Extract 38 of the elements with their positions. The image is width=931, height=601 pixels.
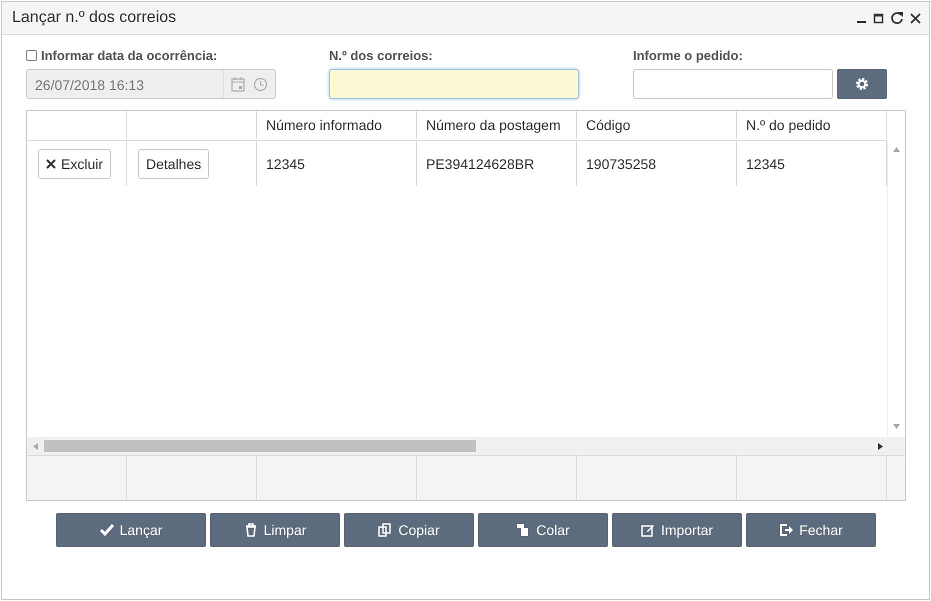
horizontal-scrollbar[interactable] [27, 437, 905, 455]
edit-icon [640, 523, 655, 537]
vertical-scrollbar[interactable] [887, 140, 905, 436]
column-header[interactable]: Número da postagem [417, 111, 577, 139]
check-icon [100, 523, 114, 537]
details-button[interactable]: Detalhes [138, 148, 210, 178]
close-icon[interactable] [910, 12, 921, 24]
copy-icon [378, 523, 392, 537]
column-header[interactable]: Número informado [257, 111, 417, 139]
input-field[interactable] [329, 69, 579, 99]
table-cell: 190735258 [577, 141, 737, 186]
field-label: Informe o pedido: [633, 48, 743, 62]
action-button[interactable]: Lançar [56, 513, 206, 547]
close-icon [46, 158, 56, 168]
settings-icon [855, 77, 869, 91]
scroll-up-icon[interactable] [893, 147, 900, 152]
action-button[interactable]: Copiar [344, 513, 474, 547]
scroll-left-icon[interactable] [33, 443, 38, 450]
action-button[interactable]: Fechar [746, 513, 876, 547]
input-field[interactable] [633, 69, 833, 99]
action-button[interactable]: Limpar [210, 513, 340, 547]
window-title: Lançar n.º dos correios [12, 9, 178, 27]
refresh-icon[interactable] [890, 11, 904, 25]
trash-icon [244, 523, 258, 537]
column-header[interactable]: N.º do pedido [737, 111, 887, 139]
table-cell: 12345 [257, 141, 417, 186]
maximize-icon[interactable] [873, 12, 884, 24]
exit-icon [779, 523, 794, 537]
action-button[interactable]: Colar [478, 513, 608, 547]
action-button[interactable]: Importar [612, 513, 742, 547]
column-header[interactable]: Código [577, 111, 737, 139]
settings-button[interactable] [837, 69, 887, 99]
table-cell: PE394124628BR [417, 141, 577, 186]
field-label: N.º dos correios: [329, 48, 433, 62]
date-label: Informar data da ocorrência: [41, 48, 218, 62]
delete-button[interactable]: Excluir [38, 148, 112, 178]
scroll-right-icon[interactable] [878, 443, 883, 450]
scroll-down-icon[interactable] [893, 424, 900, 429]
